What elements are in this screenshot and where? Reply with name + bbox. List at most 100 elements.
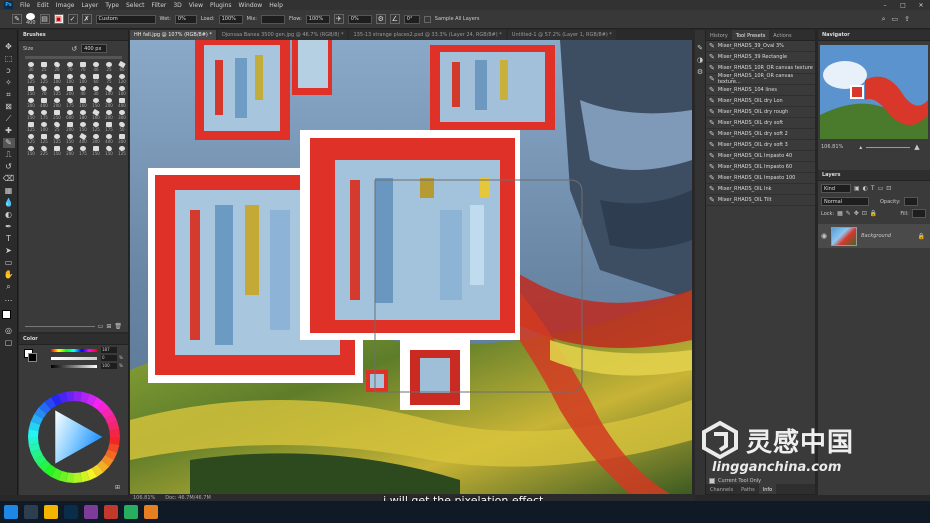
brush-preset[interactable]: 50 — [116, 120, 128, 133]
tool-preset-item[interactable]: ✎ Mixer_RHADS_OIL dry soft 3 — [706, 140, 815, 151]
shape-tool-icon[interactable]: ▭ — [3, 258, 15, 268]
tool-preset-item[interactable]: ✎ Mixer_RHADS_OIL Impasto 100 — [706, 173, 815, 184]
tool-preset-item[interactable]: ✎ Mixer_RHADS_OIL dry soft 2 — [706, 129, 815, 140]
menu-edit[interactable]: Edit — [37, 2, 49, 9]
brush-preset[interactable]: 150 — [90, 98, 102, 109]
reset-icon[interactable]: ↺ — [71, 45, 77, 53]
filter-type-icon[interactable]: T — [871, 185, 875, 192]
dodge-tool-icon[interactable]: ◐ — [3, 210, 15, 220]
brush-preset[interactable]: 175 — [64, 96, 76, 109]
brush-preset[interactable]: 125 — [38, 134, 50, 145]
foreground-color-swatch[interactable] — [1, 310, 11, 319]
brush-tool-icon[interactable]: ✎ — [2, 138, 15, 148]
brush-size-input[interactable]: 400 px — [81, 44, 108, 53]
load-brush-icon[interactable]: ✓ — [67, 14, 78, 24]
brush-preset[interactable]: 40 — [77, 86, 89, 97]
brush-preset[interactable]: 180 — [77, 110, 89, 121]
hand-tool-icon[interactable]: ✋ — [3, 270, 15, 280]
opacity-input[interactable] — [903, 197, 918, 206]
new-brush-icon[interactable]: ⊞ — [106, 323, 111, 330]
eraser-tool-icon[interactable]: ⌫ — [3, 174, 15, 184]
tool-preset-item[interactable]: ✎ Mixer_RHADS_OIL dry Lon — [706, 96, 815, 107]
brush-preset[interactable]: 60 — [116, 60, 128, 73]
brush-preset[interactable]: 125 — [25, 74, 37, 85]
search-icon[interactable]: ⌕ — [882, 15, 886, 24]
brush-preset[interactable]: 46 — [90, 62, 102, 73]
wet-input[interactable]: 0% — [174, 14, 197, 24]
brush-preset[interactable]: 25 — [103, 62, 115, 73]
brush-preset[interactable]: 150 — [90, 146, 102, 157]
quick-mask-icon[interactable]: ◎ — [3, 326, 15, 336]
tool-preset-item[interactable]: ✎ Mixer_RHADS_39_Oval 3% — [706, 41, 815, 52]
brush-preset[interactable]: 200 — [51, 98, 63, 109]
type-tool-icon[interactable]: T — [3, 234, 15, 244]
menu-view[interactable]: View — [189, 2, 203, 9]
taskbar-search-icon[interactable] — [24, 505, 38, 519]
tab-tool-presets[interactable]: Tool Presets — [731, 30, 770, 40]
filter-smart-icon[interactable]: ⊡ — [886, 185, 891, 192]
menu-help[interactable]: Help — [269, 2, 283, 9]
workspace-icon[interactable]: ▭ — [892, 15, 899, 24]
tab-hh-fall[interactable]: HH fall.jpg @ 107% (RGB/8#) * — [130, 30, 216, 40]
brush-panel-icon[interactable]: ▤ — [39, 14, 50, 24]
layer-background-row[interactable]: ◉ Background 🔒 — [818, 224, 930, 248]
brush-preset[interactable]: 300 — [116, 110, 128, 121]
taskbar-app-icon[interactable] — [84, 505, 98, 519]
fill-input[interactable] — [911, 209, 926, 218]
saturation-slider[interactable] — [51, 357, 97, 360]
document-canvas[interactable] — [130, 40, 692, 494]
smoothing-input[interactable]: 0% — [347, 14, 372, 24]
tool-preset-item[interactable]: ✎ Mixer_RHADS_39 Rectangle — [706, 52, 815, 63]
angle-input[interactable]: 0° — [403, 14, 420, 24]
saturation-value[interactable]: 0 — [101, 355, 117, 361]
mix-input[interactable] — [260, 14, 285, 24]
lasso-tool-icon[interactable]: ↄ — [3, 66, 15, 76]
tool-preset-item[interactable]: ✎ Mixer_RHADS_OIL Tilt — [706, 195, 815, 206]
brush-preset[interactable]: 400 — [103, 134, 115, 145]
close-icon[interactable]: ✕ — [912, 0, 930, 10]
zoom-tool-icon[interactable]: ⌕ — [3, 282, 15, 292]
history-brush-tool-icon[interactable]: ↺ — [3, 162, 15, 172]
brush-preset[interactable]: 300 — [25, 98, 37, 109]
brush-preset[interactable]: 175 — [77, 146, 89, 157]
tab-info[interactable]: Info — [758, 484, 777, 494]
brush-preset[interactable]: 70 — [77, 62, 89, 73]
brush-preset[interactable]: 125 — [51, 134, 63, 145]
brush-preset[interactable]: 150 — [25, 86, 37, 97]
brush-preset[interactable]: 125 — [90, 122, 102, 133]
airbrush-icon[interactable]: ✈ — [333, 14, 344, 24]
share-icon[interactable]: ⇪ — [904, 15, 910, 24]
brush-preset[interactable]: 225 — [38, 144, 50, 157]
brush-preset[interactable]: 200 — [64, 146, 76, 157]
tool-preset-item[interactable]: ✎ Mixer_RHADS_OIL Impasto 40 — [706, 151, 815, 162]
eyedropper-tool-icon[interactable]: ⟋ — [3, 114, 15, 124]
start-icon[interactable] — [4, 505, 18, 519]
marquee-tool-icon[interactable]: ⬚ — [3, 54, 15, 64]
move-tool-icon[interactable]: ✥ — [3, 42, 15, 52]
minimize-icon[interactable]: – — [876, 0, 894, 10]
properties-icon[interactable]: ⚙ — [695, 68, 705, 76]
brush-preset[interactable]: 300 — [116, 134, 128, 145]
navigator-zoom-value[interactable]: 106.81% — [821, 144, 843, 150]
pen-tool-icon[interactable]: ✒ — [3, 222, 15, 232]
preset-select[interactable]: Custom — [95, 14, 156, 24]
brush-preset[interactable]: 75 — [103, 74, 115, 85]
tool-preset-item[interactable]: ✎ Mixer_RHADS_OIL dry soft — [706, 118, 815, 129]
path-select-tool-icon[interactable]: ➤ — [3, 246, 15, 256]
brush-preset[interactable]: 150 — [25, 108, 37, 121]
quick-select-tool-icon[interactable]: ✧ — [3, 78, 15, 88]
menu-layer[interactable]: Layer — [81, 2, 98, 9]
menu-3d[interactable]: 3D — [173, 2, 181, 9]
sample-all-layers-checkbox[interactable] — [423, 15, 431, 23]
tool-preset-item[interactable]: ✎ Mixer_RHADS_10R_OR canvas texture... — [706, 73, 815, 85]
brush-preset[interactable]: 200 — [64, 86, 76, 97]
menu-plugins[interactable]: Plugins — [210, 2, 232, 9]
more-tools-icon[interactable]: … — [3, 294, 15, 304]
new-folder-icon[interactable]: ▭ — [98, 323, 104, 330]
screen-mode-icon[interactable]: ▢ — [3, 338, 15, 348]
brush-preset[interactable]: 100 — [103, 84, 115, 97]
mixer-brush-tool-icon[interactable]: ✎ — [12, 14, 22, 24]
filter-adjust-icon[interactable]: ◐ — [863, 185, 868, 192]
brush-preset[interactable]: 100 — [64, 74, 76, 85]
menu-file[interactable]: File — [20, 2, 30, 9]
